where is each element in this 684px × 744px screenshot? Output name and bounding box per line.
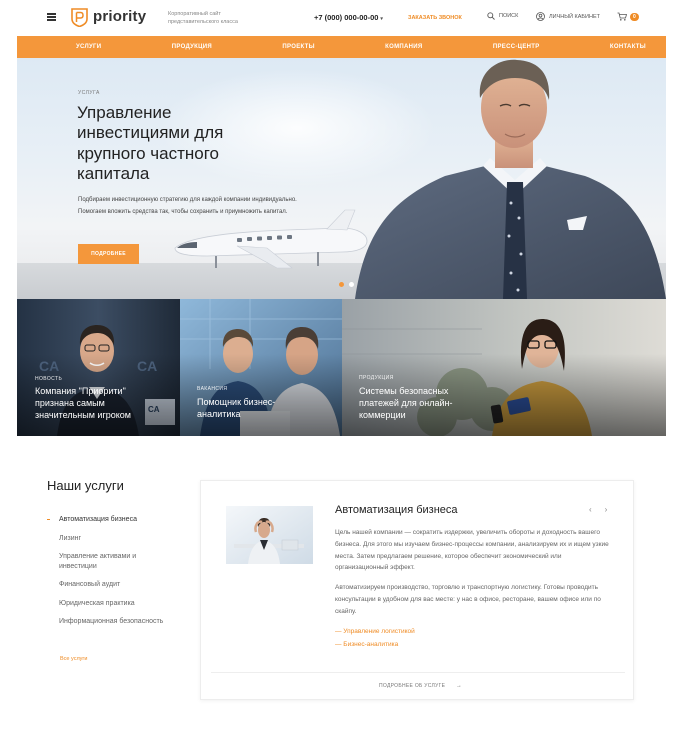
- next-arrow-icon[interactable]: ›: [605, 505, 608, 514]
- service-item-leasing[interactable]: Лизинг: [59, 534, 169, 544]
- logo-text[interactable]: priority: [93, 8, 146, 25]
- service-item-asset-management[interactable]: Управление активами и инвестиции: [59, 552, 169, 571]
- tile-product-category: ПРОДУКЦИЯ: [359, 375, 394, 381]
- nav-item-services[interactable]: УСЛУГИ: [76, 44, 101, 50]
- hero-banner: УСЛУГА Управление инвестициями для крупн…: [17, 58, 666, 299]
- service-card-pager: ‹ ›: [589, 505, 607, 514]
- hero-overline: УСЛУГА: [78, 90, 100, 96]
- tile-news-category: НОВОСТЬ: [35, 376, 63, 382]
- service-card: Автоматизация бизнеса ‹ › Цель нашей ком…: [200, 480, 634, 700]
- card-divider: [211, 672, 625, 673]
- slider-dot-2[interactable]: [349, 282, 354, 287]
- cart-icon: [617, 12, 627, 21]
- nav-item-company[interactable]: КОМПАНИЯ: [385, 44, 422, 50]
- service-card-title: Автоматизация бизнеса: [335, 504, 458, 516]
- all-services-link[interactable]: Все услуги: [60, 656, 87, 662]
- businessman-image: [355, 59, 666, 299]
- site-tagline: Корпоративный сайт представительского кл…: [168, 11, 238, 25]
- nav-item-products[interactable]: ПРОДУКЦИЯ: [172, 44, 212, 50]
- service-item-security[interactable]: Информационная безопасность: [59, 617, 169, 627]
- tile-vacancy[interactable]: ВАКАНСИЯ Помощник бизнес-аналитика: [180, 299, 342, 436]
- nav-item-contacts[interactable]: КОНТАКТЫ: [610, 44, 646, 50]
- user-icon: [536, 12, 545, 21]
- tile-news[interactable]: CA CA CA НОВОСТЬ Компания "Приорити" при…: [17, 299, 180, 436]
- service-item-legal[interactable]: Юридическая практика: [59, 599, 169, 609]
- callback-link[interactable]: ЗАКАЗАТЬ ЗВОНОК: [408, 15, 462, 21]
- services-list: Автоматизация бизнеса Лизинг Управление …: [47, 515, 169, 636]
- logo-icon[interactable]: [71, 8, 88, 27]
- hero-title: Управление инвестициями для крупного час…: [77, 103, 224, 183]
- tile-product[interactable]: ПРОДУКЦИЯ Системы безопасных платежей дл…: [342, 299, 666, 436]
- service-card-paragraph-2: Автоматизируем производство, торговлю и …: [335, 584, 601, 615]
- main-nav: УСЛУГИ ПРОДУКЦИЯ ПРОЕКТЫ КОМПАНИЯ ПРЕСС-…: [17, 36, 666, 58]
- slider-dots: [339, 282, 354, 287]
- services-heading: Наши услуги: [47, 478, 124, 493]
- tile-news-title: Компания "Приорити" признана самым значи…: [35, 386, 131, 420]
- tile-product-title: Системы безопасных платежей для онлайн-к…: [359, 386, 453, 420]
- service-card-paragraph-1: Цель нашей компании — сократить издержки…: [335, 529, 609, 572]
- service-item-audit[interactable]: Финансовый аудит: [59, 580, 169, 590]
- site-header: priority Корпоративный сайт представител…: [0, 0, 684, 36]
- arrow-right-icon: →: [455, 683, 463, 689]
- cart-count-badge: 0: [630, 12, 639, 21]
- prev-arrow-icon[interactable]: ‹: [589, 505, 592, 514]
- search-label: ПОИСК: [499, 13, 519, 19]
- hero-more-button[interactable]: ПОДРОБНЕЕ: [78, 244, 139, 264]
- service-more-label: ПОДРОБНЕЕ ОБ УСЛУГЕ: [379, 683, 446, 689]
- menu-icon[interactable]: [47, 13, 56, 21]
- cabinet-link[interactable]: ЛИЧНЫЙ КАБИНЕТ: [536, 12, 600, 21]
- business-analytics-link[interactable]: — Бизнес-аналитика: [335, 641, 398, 648]
- tile-vacancy-title: Помощник бизнес-аналитика: [197, 397, 276, 419]
- phone-text: +7 (000) 000-00-00: [314, 13, 379, 22]
- service-item-automation[interactable]: Автоматизация бизнеса: [47, 515, 169, 525]
- cart-button[interactable]: 0: [617, 12, 639, 21]
- search-button[interactable]: ПОИСК: [487, 12, 518, 20]
- service-image: [226, 506, 313, 564]
- service-more-link[interactable]: ПОДРОБНЕЕ ОБ УСЛУГЕ →: [379, 683, 462, 689]
- tile-vacancy-category: ВАКАНСИЯ: [197, 386, 228, 392]
- nav-item-press-center[interactable]: ПРЕСС-ЦЕНТР: [493, 44, 540, 50]
- logistics-link[interactable]: — Управление логистикой: [335, 628, 415, 635]
- search-icon: [487, 12, 495, 20]
- chevron-down-icon: ▾: [380, 16, 383, 22]
- hero-description: Подбираем инвестиционную стратегию для к…: [78, 197, 297, 215]
- phone-number[interactable]: +7 (000) 000-00-00 ▾: [314, 13, 383, 22]
- slider-dot-1[interactable]: [339, 282, 344, 287]
- nav-item-projects[interactable]: ПРОЕКТЫ: [282, 44, 314, 50]
- cabinet-label: ЛИЧНЫЙ КАБИНЕТ: [549, 13, 600, 20]
